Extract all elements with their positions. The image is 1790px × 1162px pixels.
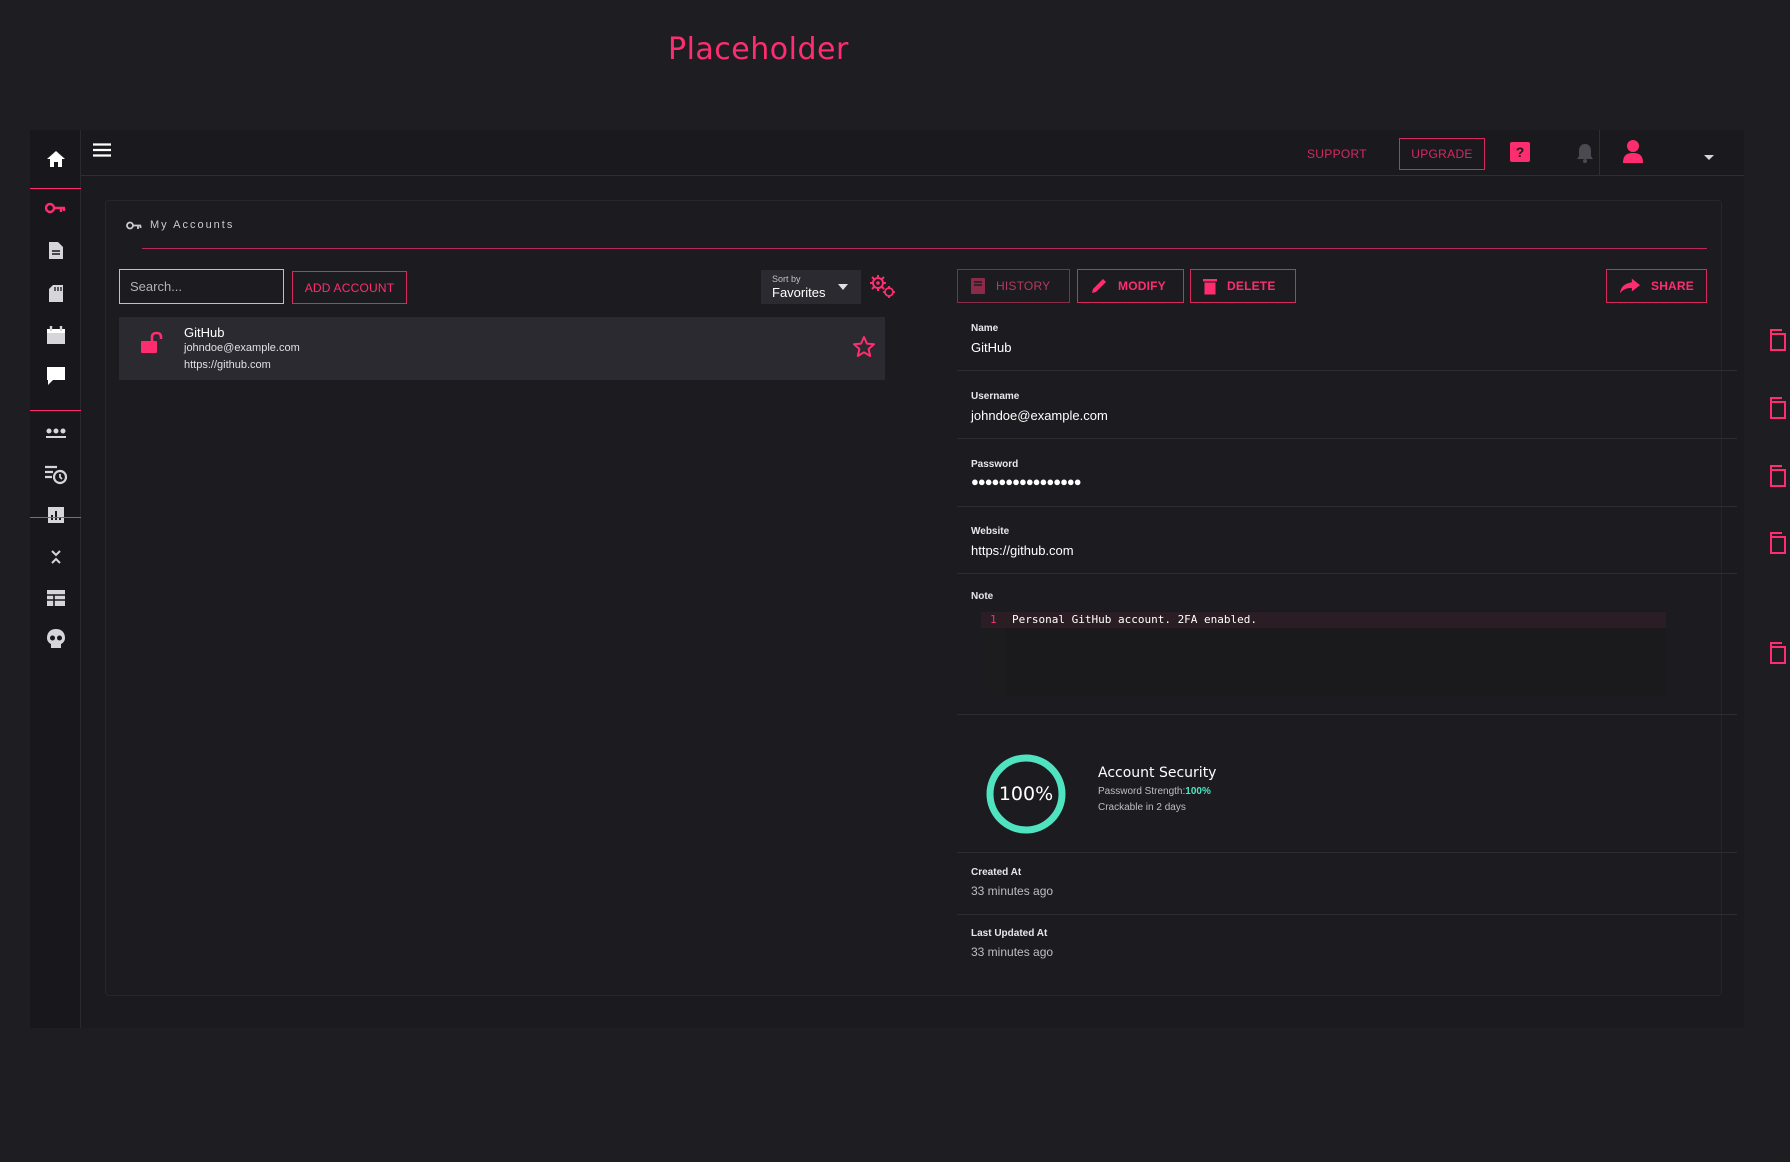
last-updated-at: Last Updated At 33 minutes ago — [957, 928, 1737, 968]
upgrade-button[interactable]: UPGRADE — [1399, 138, 1485, 170]
history-label: HISTORY — [996, 279, 1051, 293]
crackable-text: Crackable in 2 days — [1098, 802, 1186, 813]
website-label: Website — [971, 526, 1010, 537]
skull-icon[interactable] — [41, 624, 71, 654]
top-bar: SUPPORT UPGRADE ? — [81, 130, 1744, 176]
history-icon[interactable] — [41, 460, 71, 490]
sidebar-divider — [30, 517, 81, 518]
share-arrow-icon — [1619, 278, 1641, 294]
name-field: Name GitHub — [957, 313, 1786, 371]
dots-icon[interactable] — [41, 418, 71, 448]
note-field: Note 1 Personal GitHub account. 2FA enab… — [957, 581, 1786, 715]
delete-button[interactable]: DELETE — [1190, 269, 1296, 303]
updated-label: Last Updated At — [971, 928, 1048, 939]
note-line-number: 1 — [990, 613, 997, 626]
username-value: johndoe@example.com — [971, 408, 1108, 423]
favorite-star-icon[interactable] — [852, 335, 876, 359]
pencil-icon — [1092, 279, 1106, 293]
security-title: Account Security — [1098, 765, 1217, 781]
page-title: Placeholder — [668, 32, 849, 67]
help-icon[interactable]: ? — [1510, 142, 1532, 164]
sidebar-divider — [30, 410, 81, 411]
delete-label: DELETE — [1227, 279, 1276, 293]
password-label: Password — [971, 459, 1019, 470]
note-text: Personal GitHub account. 2FA enabled. — [1012, 613, 1258, 626]
password-strength-label: Password Strength: — [1098, 786, 1186, 797]
username-field: Username johndoe@example.com — [957, 381, 1786, 439]
created-value: 33 minutes ago — [971, 884, 1054, 898]
account-name: GitHub — [184, 325, 225, 340]
chat-icon[interactable] — [41, 361, 71, 391]
user-menu-chevron-down-icon[interactable] — [1703, 149, 1715, 160]
created-label: Created At — [971, 867, 1022, 878]
website-value: https://github.com — [971, 543, 1074, 558]
settings-gears-icon[interactable] — [868, 274, 898, 300]
username-label: Username — [971, 391, 1020, 402]
modify-label: MODIFY — [1118, 279, 1166, 293]
website-field: Website https://github.com — [957, 516, 1786, 574]
bell-icon[interactable] — [1575, 142, 1597, 164]
sd-card-icon[interactable] — [41, 278, 71, 308]
note-label: Note — [971, 591, 994, 602]
copy-icon[interactable] — [1767, 642, 1789, 666]
chart-icon[interactable] — [41, 500, 71, 530]
key-icon — [126, 221, 142, 229]
sidebar — [30, 130, 81, 1028]
account-security-panel: 100% Account Security Password Strength:… — [957, 715, 1737, 853]
svg-text:?: ? — [1516, 144, 1525, 160]
updated-value: 33 minutes ago — [971, 945, 1054, 959]
password-strength-value: 100% — [1185, 786, 1211, 797]
copy-icon[interactable] — [1767, 465, 1789, 489]
account-username: johndoe@example.com — [184, 342, 300, 354]
copy-icon[interactable] — [1767, 329, 1789, 353]
add-account-button[interactable]: ADD ACCOUNT — [292, 271, 407, 304]
hamburger-menu-icon[interactable] — [93, 143, 115, 163]
copy-icon[interactable] — [1767, 532, 1789, 556]
password-strength: Password Strength:100% — [1098, 786, 1211, 797]
book-icon — [971, 278, 985, 294]
section-title: My Accounts — [150, 219, 235, 231]
account-website: https://github.com — [184, 359, 271, 371]
support-link[interactable]: SUPPORT — [1307, 147, 1367, 161]
security-percent: 100% — [998, 783, 1054, 805]
history-button[interactable]: HISTORY — [957, 269, 1070, 303]
name-value: GitHub — [971, 340, 1012, 355]
password-field: Password ●●●●●●●●●●●●●●●● — [957, 449, 1786, 507]
sort-select[interactable]: Sort by Favorites — [761, 270, 861, 304]
table-icon[interactable] — [41, 583, 71, 613]
calendar-icon[interactable] — [41, 320, 71, 350]
share-button[interactable]: SHARE — [1606, 269, 1707, 303]
copy-icon[interactable] — [1767, 397, 1789, 421]
modify-button[interactable]: MODIFY — [1077, 269, 1184, 303]
app-window: SUPPORT UPGRADE ? My Accounts ADD ACCOUN… — [30, 130, 1786, 1028]
accounts-card: My Accounts ADD ACCOUNT Sort by Favorite… — [105, 200, 1786, 996]
search-input[interactable] — [119, 269, 284, 304]
share-label: SHARE — [1650, 279, 1694, 293]
key-icon[interactable] — [41, 193, 71, 223]
trash-icon — [1203, 278, 1217, 294]
chevron-down-icon — [838, 284, 848, 290]
created-at: Created At 33 minutes ago — [957, 867, 1737, 915]
name-label: Name — [971, 323, 999, 334]
user-avatar-icon[interactable] — [1622, 139, 1648, 167]
password-value: ●●●●●●●●●●●●●●●● — [971, 474, 1082, 489]
topbar-divider — [1599, 130, 1600, 176]
section-underline — [142, 248, 1707, 249]
note-editor[interactable]: 1 Personal GitHub account. 2FA enabled. — [981, 611, 1666, 696]
document-icon[interactable] — [41, 235, 71, 265]
sort-label: Sort by — [772, 274, 801, 284]
section-header: My Accounts — [126, 219, 234, 231]
collapse-icon[interactable] — [41, 542, 71, 572]
unlocked-icon — [139, 331, 163, 355]
home-icon[interactable] — [41, 144, 71, 174]
account-list-item[interactable]: GitHub johndoe@example.com https://githu… — [119, 317, 885, 380]
sidebar-divider — [30, 188, 81, 189]
